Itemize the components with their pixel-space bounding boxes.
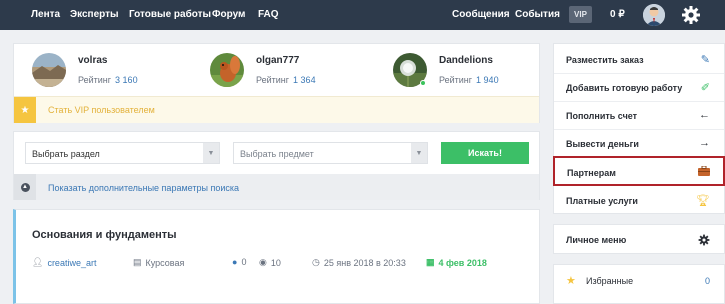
rating-value: 3 160 <box>115 75 138 85</box>
work-author-name[interactable]: creatiwe_art <box>47 258 96 268</box>
author-name[interactable]: Dandelions <box>439 55 493 66</box>
vip-banner[interactable]: ★ Стать VIP пользователем <box>14 96 539 123</box>
author-avatar[interactable] <box>210 53 244 87</box>
sidebar-item-label[interactable]: Партнерам <box>567 168 616 178</box>
sidebar-item-place-order[interactable]: Разместить заказ ✎ <box>554 46 724 73</box>
search-button[interactable]: Искать! <box>441 142 529 164</box>
publish-date: ◷ 25 янв 2018 в 20:33 <box>312 257 406 268</box>
author-name[interactable]: olgan777 <box>256 55 299 66</box>
comments-count: ● 0 <box>232 257 246 267</box>
user-icon: 👤︎ <box>32 257 44 267</box>
views-value: 10 <box>270 257 281 268</box>
nav-link-events[interactable]: События <box>515 9 560 20</box>
more-search-params-link[interactable]: Показать дополнительные параметры поиска <box>48 183 239 193</box>
calendar-icon: ▦ <box>426 257 435 267</box>
expand-toggle[interactable]: ▲ <box>14 174 36 200</box>
arrow-left-icon: ← <box>699 109 710 121</box>
author-rating: Рейтинг 1 940 <box>439 75 499 85</box>
online-indicator <box>420 80 426 86</box>
sidebar-item-label[interactable]: Добавить готовую работу <box>566 83 682 93</box>
nav-link-experts[interactable]: Эксперты <box>70 9 119 20</box>
nav-link-faq[interactable]: FAQ <box>258 9 279 20</box>
author-avatar[interactable] <box>32 53 66 87</box>
nav-link-messages[interactable]: Сообщения <box>452 9 510 20</box>
favorites-count: 0 <box>704 276 710 286</box>
sidebar-item-label[interactable]: Пополнить счет <box>566 111 637 121</box>
sidebar-actions: Разместить заказ ✎ Добавить готовую рабо… <box>553 43 725 214</box>
sidebar-item-label[interactable]: Платные услуги <box>566 196 638 206</box>
gear-icon[interactable] <box>681 5 701 25</box>
rating-label: Рейтинг <box>78 75 112 85</box>
chevron-down-icon[interactable]: ▼ <box>203 143 219 163</box>
rating-label: Рейтинг <box>256 75 290 85</box>
rating-value: 1 364 <box>293 75 316 85</box>
deadline-date: ▦ 4 фев 2018 <box>426 257 487 268</box>
subject-select[interactable]: Выбрать предмет ▼ <box>233 142 428 164</box>
nav-link-ready-works[interactable]: Готовые работы <box>129 9 211 20</box>
more-search-params[interactable]: ▲ Показать дополнительные параметры поис… <box>14 174 539 200</box>
work-author[interactable]: 👤︎ creatiwe_art <box>32 257 96 268</box>
section-select-value: Выбрать раздел <box>32 149 100 159</box>
vip-banner-text[interactable]: Стать VIP пользователем <box>48 105 155 115</box>
chevron-up-icon: ▲ <box>20 182 30 192</box>
briefcase-icon <box>698 165 710 179</box>
rating-value: 1 940 <box>476 75 499 85</box>
arrow-right-icon: → <box>699 137 710 149</box>
sidebar-item-top-up[interactable]: Пополнить счет ← <box>554 102 724 129</box>
work-type: ▤ Курсовая <box>133 257 184 268</box>
trophy-icon: 🏆︎ <box>696 195 710 207</box>
gear-icon[interactable] <box>698 233 710 251</box>
search-card: Выбрать раздел ▼ Выбрать предмет ▼ Искат… <box>13 131 540 200</box>
top-authors-card: volras Рейтинг 3 160 olgan777 Рейтинг 1 36… <box>13 43 540 123</box>
favorites-label[interactable]: Избранные <box>586 276 633 286</box>
star-icon: ★ <box>566 275 576 287</box>
document-icon: ▤ <box>133 257 142 267</box>
comment-icon: ● <box>232 257 238 267</box>
sidebar-item-paid-services[interactable]: Платные услуги 🏆︎ <box>554 187 724 214</box>
personal-menu[interactable]: Личное меню <box>553 224 725 254</box>
user-avatar[interactable] <box>643 4 665 26</box>
author-rating: Рейтинг 1 364 <box>256 75 316 85</box>
comments-value: 0 <box>241 257 247 267</box>
sidebar-item-partners[interactable]: Партнерам <box>553 156 725 186</box>
publish-date-value: 25 янв 2018 в 20:33 <box>323 257 406 268</box>
work-card[interactable]: Основания и фундаменты 👤︎ creatiwe_art ▤ К… <box>13 209 540 304</box>
clock-icon: ◷ <box>312 257 320 267</box>
balance-display[interactable]: 0 ₽ <box>610 9 625 20</box>
deadline-value: 4 фев 2018 <box>438 257 487 268</box>
sidebar-item-add-work[interactable]: Добавить готовую работу ✐ <box>554 74 724 101</box>
views-count: ◉ 10 <box>259 257 281 268</box>
author-name[interactable]: volras <box>78 55 107 66</box>
top-navigation: Лента Эксперты Готовые работы Форум FAQ … <box>0 0 725 30</box>
personal-menu-label[interactable]: Личное меню <box>566 235 626 245</box>
rating-label: Рейтинг <box>439 75 473 85</box>
star-icon: ★ <box>14 97 36 123</box>
paperclip-icon: ✐ <box>700 82 710 94</box>
section-select[interactable]: Выбрать раздел ▼ <box>25 142 220 164</box>
nav-link-feed[interactable]: Лента <box>31 9 60 20</box>
subject-select-value: Выбрать предмет <box>240 149 314 159</box>
author-rating: Рейтинг 3 160 <box>78 75 138 85</box>
work-title[interactable]: Основания и фундаменты <box>32 229 177 241</box>
work-type-label: Курсовая <box>145 257 185 268</box>
chevron-down-icon[interactable]: ▼ <box>411 143 427 163</box>
sidebar-item-withdraw[interactable]: Вывести деньги → <box>554 130 724 157</box>
vip-badge[interactable]: VIP <box>569 6 592 23</box>
eye-icon: ◉ <box>259 257 267 267</box>
sidebar-item-label[interactable]: Разместить заказ <box>566 55 644 65</box>
sidebar-item-label[interactable]: Вывести деньги <box>566 139 639 149</box>
favorites-card[interactable]: ★ Избранные 0 <box>553 264 725 304</box>
nav-link-forum[interactable]: Форум <box>212 9 245 20</box>
pencil-icon: ✎ <box>700 54 710 66</box>
